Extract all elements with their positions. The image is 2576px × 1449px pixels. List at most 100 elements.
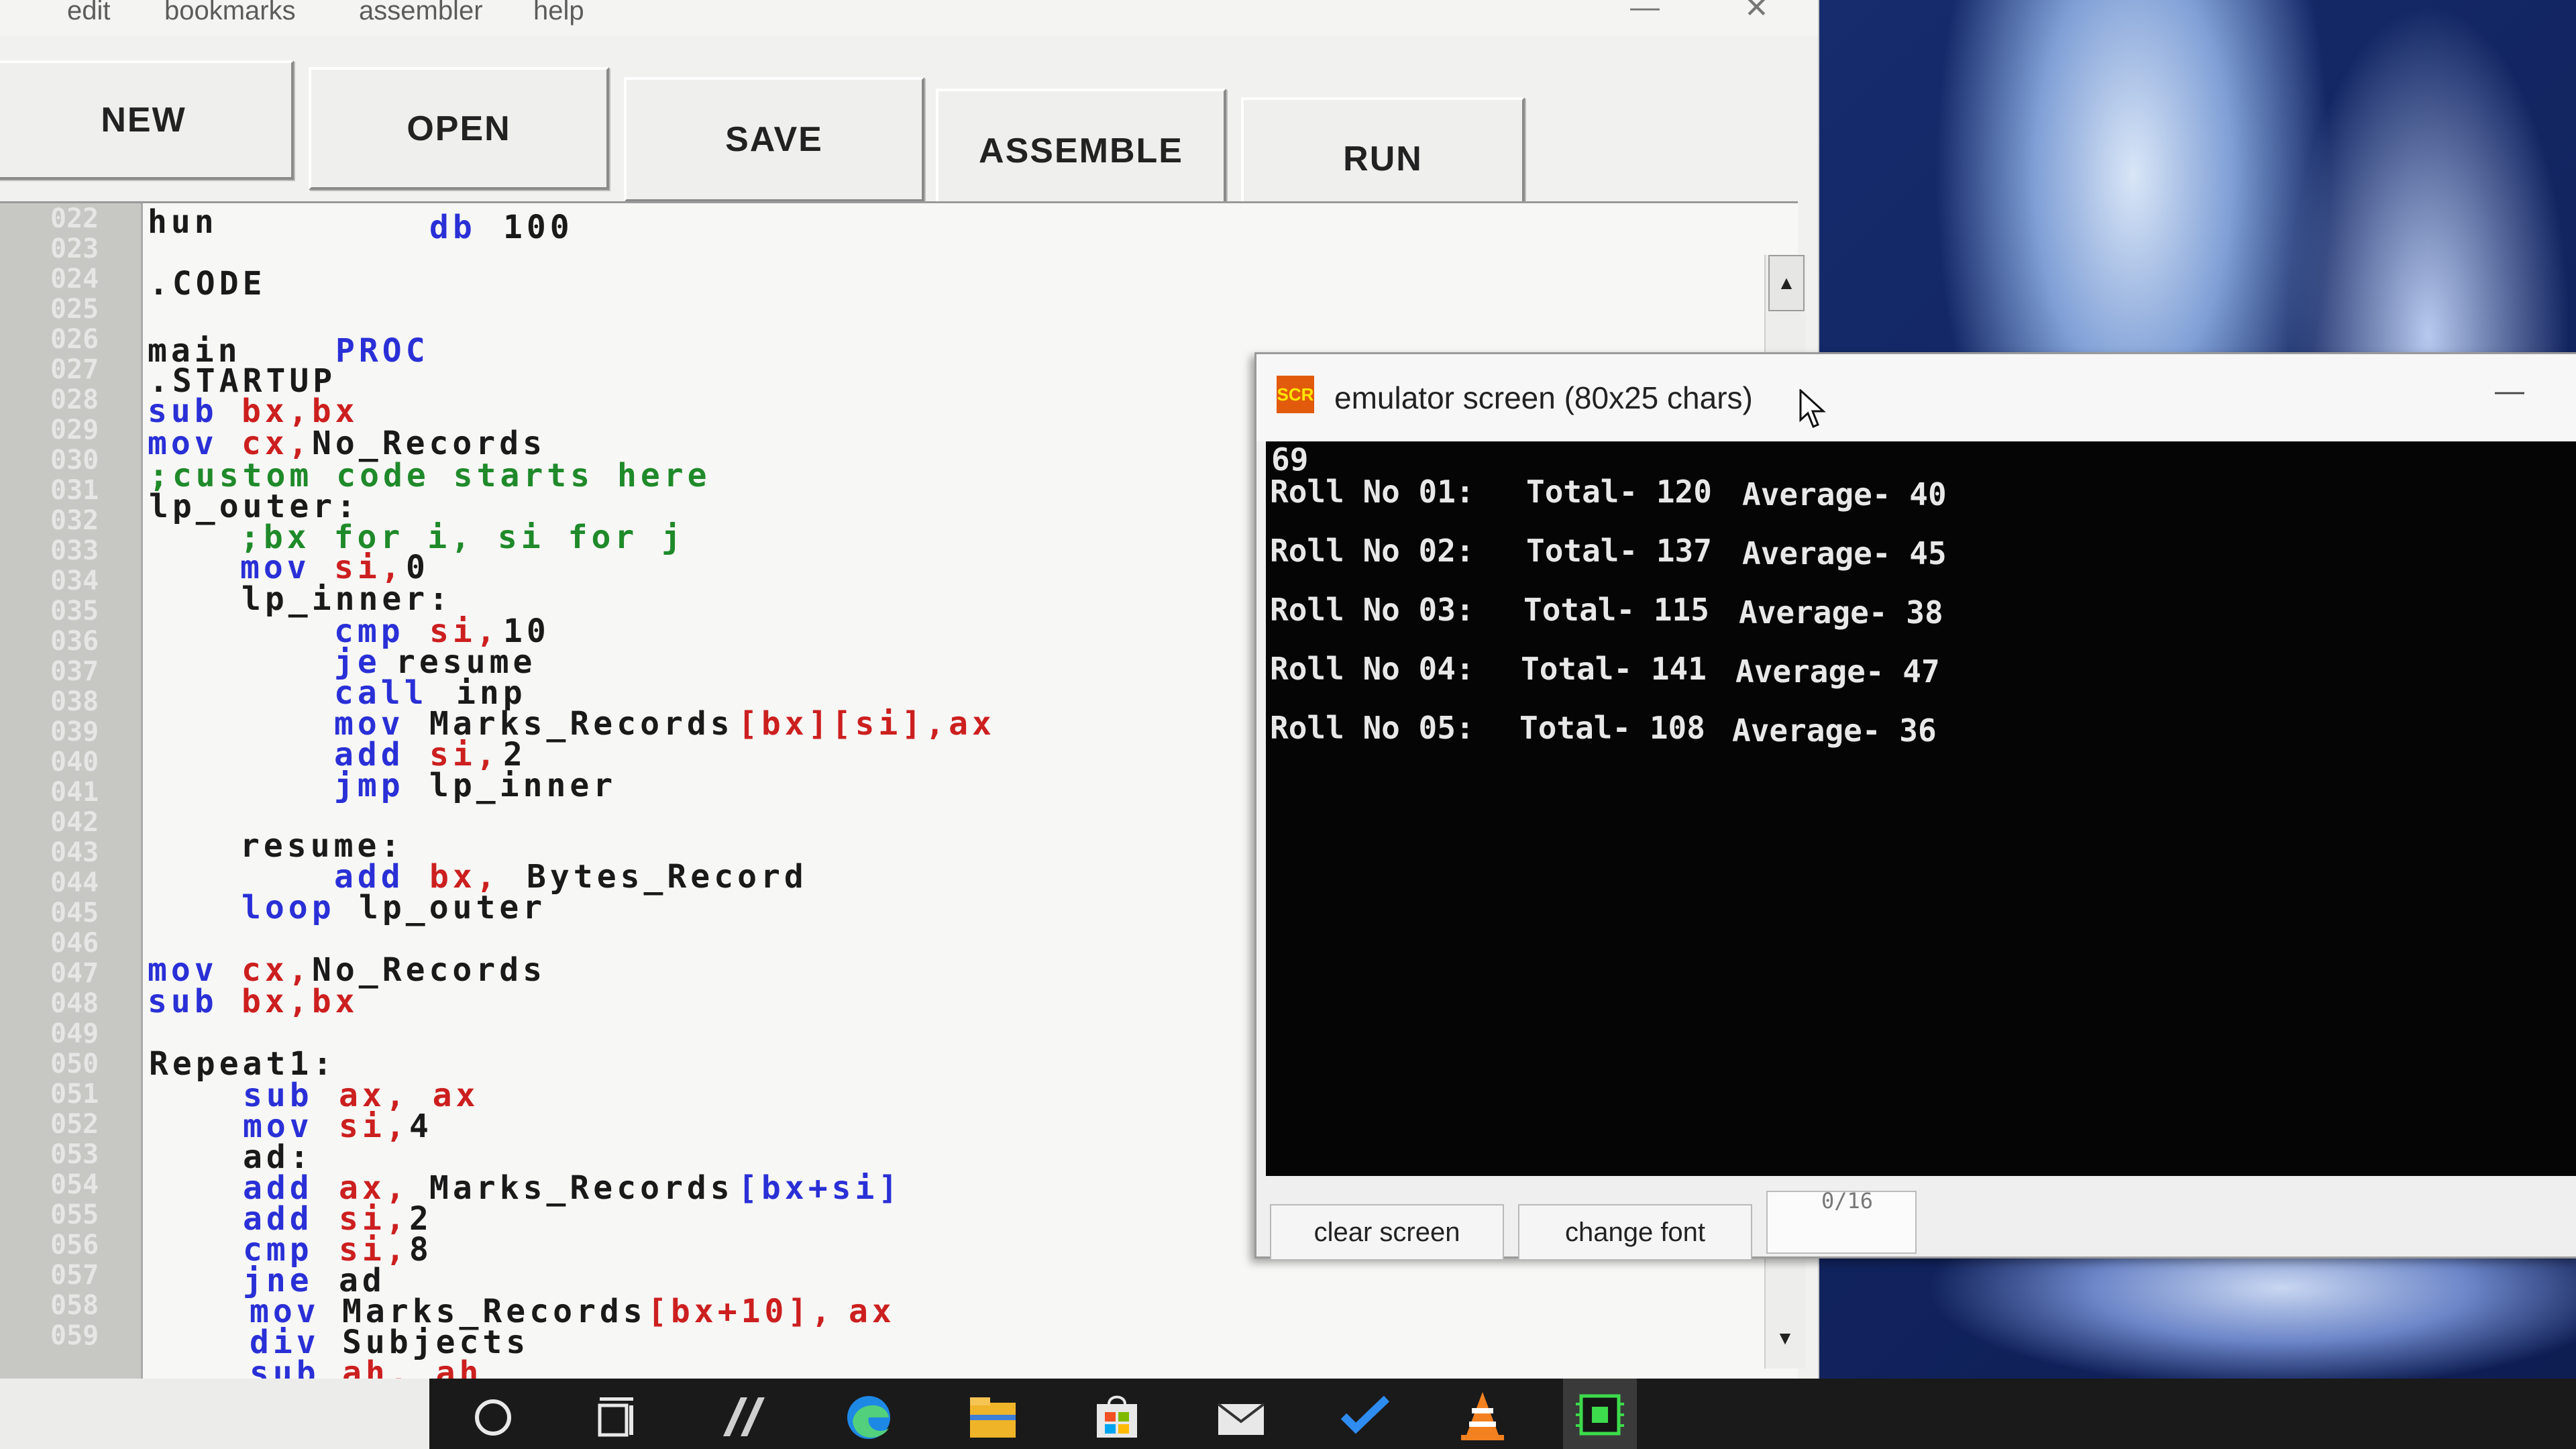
emulator-output-line: 69 [1271, 441, 1309, 478]
clear-screen-button[interactable]: clear screen [1270, 1204, 1504, 1260]
new-button[interactable]: NEW [0, 60, 294, 180]
code-line: lp_outer [359, 889, 546, 926]
line-number: 052 [50, 1109, 99, 1140]
emulator-screen[interactable]: 69 Roll No 01: Total- 120 Average- 40 Ro… [1266, 441, 2576, 1176]
line-number: 054 [50, 1169, 99, 1200]
task-view-icon[interactable] [590, 1388, 644, 1442]
mail-icon[interactable] [1214, 1388, 1268, 1442]
code-token: db [429, 209, 476, 246]
line-number: 024 [50, 264, 99, 294]
line-number: 043 [50, 837, 99, 868]
code-line: si, [339, 1108, 409, 1145]
line-number: 038 [50, 686, 99, 717]
line-number: 046 [50, 928, 99, 959]
line-number: 032 [50, 505, 99, 536]
code-token: [bx+si] [738, 1169, 902, 1207]
file-explorer-icon[interactable] [966, 1388, 1020, 1442]
line-number: 055 [50, 1199, 99, 1230]
code-token: si, [339, 1108, 409, 1145]
emulator-title: emulator screen (80x25 chars) [1334, 380, 1753, 415]
code-token: 100 [503, 209, 574, 246]
line-number: 053 [50, 1139, 99, 1170]
code-line: ax [849, 1293, 896, 1330]
code-line: .CODE [149, 265, 266, 303]
emulator-button-bar: clear screen change font 0/16 [1256, 1176, 2576, 1260]
mouse-pointer-icon [1799, 389, 1826, 428]
line-number: 033 [50, 535, 99, 566]
roll-label: Roll No 04: [1270, 651, 1474, 687]
line-number: 058 [50, 1290, 99, 1321]
roll-total: Total- 120 [1526, 474, 1712, 510]
code-line: loop [241, 889, 335, 926]
scroll-up-arrow-icon[interactable]: ▲ [1768, 255, 1805, 311]
line-number: 056 [50, 1230, 99, 1260]
line-number: 039 [50, 716, 99, 747]
minimize-icon[interactable]: — [2495, 374, 2524, 408]
line-number: 042 [50, 807, 99, 838]
menu-assembler[interactable]: assembler [359, 0, 483, 26]
code-token: [bx+10], [647, 1293, 835, 1330]
code-line: sub [148, 983, 218, 1020]
roll-total: Total- 137 [1526, 533, 1712, 569]
menu-help[interactable]: help [533, 0, 584, 26]
line-number: 031 [50, 475, 99, 506]
line-number: 028 [50, 384, 99, 415]
store-icon[interactable] [1090, 1388, 1144, 1442]
code-token: bx,bx [241, 983, 359, 1020]
line-number: 040 [50, 747, 99, 777]
line-number: 048 [50, 988, 99, 1019]
emulator-app-icon: SCR [1277, 376, 1314, 413]
line-number-gutter: 022 023 024 025 026 027 028 029 030 031 … [0, 203, 143, 1384]
line-number: 036 [50, 626, 99, 657]
edge-browser-icon[interactable] [842, 1388, 896, 1442]
roll-label: Roll No 02: [1270, 533, 1474, 569]
roll-average: Average- 45 [1742, 535, 1947, 572]
code-line: 8 [409, 1231, 433, 1269]
code-token: sub [148, 983, 218, 1020]
pen-app-icon[interactable] [718, 1388, 771, 1442]
emu8086-icon[interactable] [1573, 1388, 1627, 1442]
roll-average: Average- 47 [1735, 653, 1940, 690]
vlc-icon[interactable] [1456, 1388, 1509, 1442]
roll-average: Average- 36 [1732, 712, 1937, 749]
open-button[interactable]: OPEN [309, 67, 609, 190]
emulator-titlebar[interactable]: SCR emulator screen (80x25 chars) — [1256, 354, 2576, 441]
close-icon[interactable]: ✕ [1744, 0, 1769, 25]
code-line: jmp [334, 767, 405, 804]
code-token: 8 [409, 1231, 433, 1269]
search-icon[interactable] [466, 1388, 520, 1442]
todo-icon[interactable] [1338, 1388, 1392, 1442]
menu-edit[interactable]: edit [67, 0, 111, 26]
change-font-button[interactable]: change font [1518, 1204, 1752, 1260]
code-token: Bytes_Record [527, 858, 808, 896]
assemble-button[interactable]: ASSEMBLE [936, 89, 1226, 213]
code-line: 100 [503, 209, 574, 246]
code-token: jmp [334, 767, 405, 804]
code-token: Marks_Records [429, 1169, 734, 1207]
line-number: 026 [50, 324, 99, 355]
roll-total: Total- 108 [1519, 710, 1705, 746]
line-number: 025 [50, 294, 99, 325]
line-number: 044 [50, 867, 99, 898]
code-line: Marks_Records [429, 1169, 734, 1207]
code-token: 4 [409, 1108, 433, 1145]
line-number: 027 [50, 354, 99, 385]
code-line: lp_inner [429, 767, 616, 804]
menu-bookmarks[interactable]: bookmarks [164, 0, 296, 26]
save-button[interactable]: SAVE [624, 77, 924, 202]
code-line: 4 [409, 1108, 433, 1145]
line-number: 041 [50, 777, 99, 808]
line-number: 049 [50, 1018, 99, 1049]
line-number: 047 [50, 958, 99, 989]
code-token: loop [241, 889, 335, 926]
line-number: 059 [50, 1320, 99, 1351]
scroll-down-arrow-icon[interactable]: ▼ [1768, 1315, 1802, 1362]
roll-label: Roll No 03: [1270, 592, 1474, 628]
code-line: [bx+si] [738, 1169, 902, 1207]
code-line: bx,bx [241, 983, 359, 1020]
minimize-icon[interactable]: — [1630, 0, 1660, 24]
code-token: [bx][si],ax [738, 705, 996, 743]
taskbar-blank-area [0, 1379, 429, 1449]
code-token: PROC [335, 332, 429, 370]
line-number: 034 [50, 566, 99, 596]
